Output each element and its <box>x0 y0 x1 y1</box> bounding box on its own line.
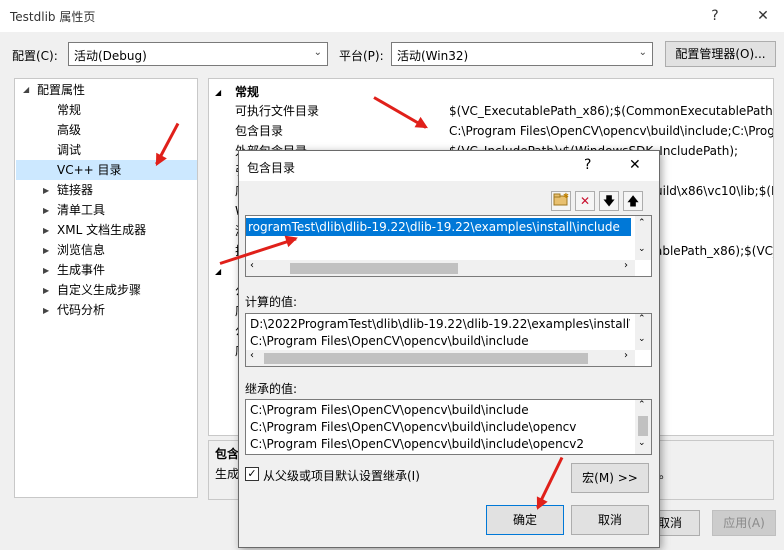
move-down-icon[interactable]: 🡇 <box>599 191 619 211</box>
grid-row-value[interactable]: uild\x86\vc10\lib;$(L <box>655 181 773 201</box>
close-button[interactable]: ✕ <box>748 4 778 28</box>
inherited-line: C:\Program Files\OpenCV\opencv\build\inc… <box>250 420 577 434</box>
dialog-close-button[interactable]: ✕ <box>629 157 641 173</box>
expand-icon[interactable]: ▶ <box>43 186 49 195</box>
tree-item-xml-doc[interactable]: XML 文档生成器 <box>57 220 146 240</box>
description-tail: 。 <box>659 467 672 481</box>
expand-icon[interactable]: ▶ <box>43 246 49 255</box>
dialog-help-button[interactable]: ? <box>584 157 591 173</box>
grid-row-value[interactable]: C:\Program Files\OpenCV\opencv\build\inc… <box>449 121 773 141</box>
chevron-left-icon[interactable]: ‹ <box>250 260 254 271</box>
config-label: 配置(C): <box>12 49 58 63</box>
tree-item-custom-build[interactable]: 自定义生成步骤 <box>57 280 141 300</box>
chevron-down-icon[interactable]: ⌄ <box>638 438 646 448</box>
window-title: Testdlib 属性页 <box>10 10 96 24</box>
dialog-cancel-button[interactable]: 取消 <box>571 505 649 535</box>
tree-item-vc-directories[interactable]: VC++ 目录 <box>16 160 197 180</box>
include-edit-list[interactable]: rogramTest\dlib\dlib-19.22\dlib-19.22\ex… <box>245 215 652 277</box>
inherited-line: C:\Program Files\OpenCV\opencv\build\inc… <box>250 403 529 417</box>
inherited-line: C:\Program Files\OpenCV\opencv\build\inc… <box>250 437 585 451</box>
expand-icon[interactable]: ▶ <box>43 286 49 295</box>
description-title: 包含 <box>215 447 240 461</box>
platform-label: 平台(P): <box>339 49 384 63</box>
chevron-down-icon[interactable]: ⌄ <box>638 244 646 254</box>
dialog-title: 包含目录 <box>247 161 296 175</box>
inherited-label: 继承的值: <box>245 382 298 396</box>
scroll-thumb[interactable] <box>638 416 648 436</box>
svg-text:✱: ✱ <box>563 192 569 200</box>
tree-item-build-events[interactable]: 生成事件 <box>57 260 105 280</box>
grid-row-value[interactable]: ablePath_x86);$(VC_I <box>655 241 773 261</box>
grid-row-value[interactable]: $(VC_ExecutablePath_x86);$(CommonExecuta… <box>449 101 773 121</box>
macro-button[interactable]: 宏(M) >> <box>571 463 649 493</box>
config-value: 活动(Debug) <box>74 49 147 63</box>
title-bar: Testdlib 属性页 ? ✕ <box>0 0 784 32</box>
tree-item-linker[interactable]: 链接器 <box>57 180 93 200</box>
expand-icon[interactable]: ▶ <box>43 266 49 275</box>
inherit-checkbox-label[interactable]: 从父级或项目默认设置继承(I) <box>263 467 420 484</box>
platform-select[interactable]: 活动(Win32) ⌄ <box>391 42 653 66</box>
delete-icon[interactable]: ✕ <box>575 191 595 211</box>
collapse-icon[interactable]: ◢ <box>215 267 221 276</box>
chevron-down-icon: ⌄ <box>313 47 322 58</box>
platform-value: 活动(Win32) <box>397 49 469 63</box>
ok-button[interactable]: 确定 <box>486 505 564 535</box>
computed-line: C:\Program Files\OpenCV\opencv\build\inc… <box>250 334 529 348</box>
dialog-title-bar: 包含目录 ? ✕ <box>239 151 659 181</box>
chevron-right-icon[interactable]: › <box>624 350 628 361</box>
scroll-thumb[interactable] <box>290 263 458 274</box>
horizontal-scrollbar[interactable]: ‹ › <box>246 260 635 276</box>
chevron-right-icon[interactable]: › <box>624 260 628 271</box>
vertical-scrollbar[interactable]: ⌃ ⌄ <box>635 314 651 350</box>
apply-button[interactable]: 应用(A) <box>712 510 776 536</box>
computed-values-list: D:\2022ProgramTest\dlib\dlib-19.22\dlib-… <box>245 313 652 367</box>
config-select[interactable]: 活动(Debug) ⌄ <box>68 42 328 66</box>
move-up-icon[interactable]: 🡅 <box>623 191 643 211</box>
collapse-icon[interactable]: ◢ <box>215 88 221 97</box>
computed-label: 计算的值: <box>245 295 298 309</box>
chevron-down-icon: ⌄ <box>638 47 647 58</box>
tree-item-advanced[interactable]: 高级 <box>57 120 81 140</box>
vertical-scrollbar[interactable]: ⌃ ⌄ <box>635 400 651 454</box>
expand-icon[interactable]: ▶ <box>43 306 49 315</box>
scroll-thumb[interactable] <box>264 353 588 364</box>
computed-line: D:\2022ProgramTest\dlib\dlib-19.22\dlib-… <box>250 317 630 331</box>
edit-line-selected[interactable]: rogramTest\dlib\dlib-19.22\dlib-19.22\ex… <box>246 218 631 236</box>
inherit-checkbox[interactable]: ✓ <box>245 467 259 481</box>
collapse-icon[interactable]: ◢ <box>23 85 29 94</box>
chevron-up-icon[interactable]: ⌃ <box>638 314 646 324</box>
expand-icon[interactable]: ▶ <box>43 206 49 215</box>
chevron-up-icon[interactable]: ⌃ <box>638 400 646 410</box>
vertical-scrollbar[interactable]: ⌃ ⌄ <box>635 216 651 260</box>
tree-root[interactable]: 配置属性 <box>37 80 85 100</box>
description-text: 生成 <box>215 467 240 481</box>
new-folder-icon[interactable]: ✱ <box>551 191 571 211</box>
chevron-left-icon[interactable]: ‹ <box>250 350 254 361</box>
chevron-down-icon[interactable]: ⌄ <box>638 334 646 344</box>
horizontal-scrollbar[interactable]: ‹ › <box>246 350 635 366</box>
expand-icon[interactable]: ▶ <box>43 226 49 235</box>
tree-item-browse-info[interactable]: 浏览信息 <box>57 240 105 260</box>
grid-section-title: 常规 <box>235 85 260 99</box>
help-button[interactable]: ? <box>700 4 730 28</box>
tree-item-manifest-tool[interactable]: 清单工具 <box>57 200 105 220</box>
tree-item-debugging[interactable]: 调试 <box>57 140 81 160</box>
config-manager-button[interactable]: 配置管理器(O)... <box>665 41 776 67</box>
inherited-values-list: C:\Program Files\OpenCV\opencv\build\inc… <box>245 399 652 455</box>
include-directories-dialog: 包含目录 ? ✕ ✱ ✕ 🡇 🡅 rogramTest\dlib\dlib-19… <box>238 150 660 548</box>
tree-item-code-analysis[interactable]: 代码分析 <box>57 300 105 320</box>
tree-item-general[interactable]: 常规 <box>57 100 81 120</box>
grid-row-name[interactable]: 包含目录 <box>235 121 445 141</box>
chevron-up-icon[interactable]: ⌃ <box>638 218 646 228</box>
